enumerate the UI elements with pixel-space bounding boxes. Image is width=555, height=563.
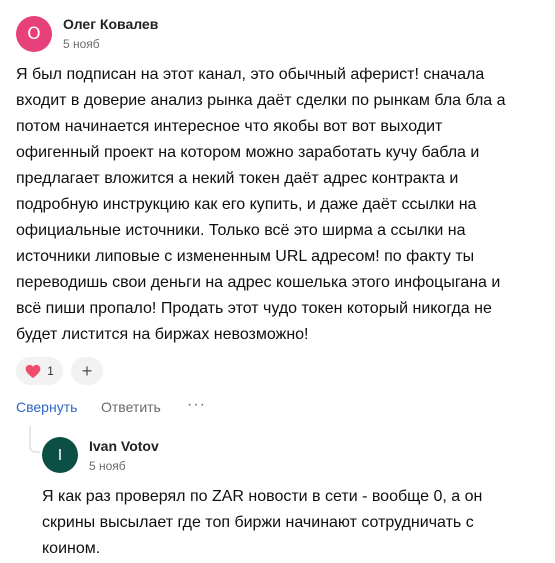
text-line: переводишь свои деньги на адрес кошелька… [16,274,501,291]
more-options-button[interactable]: ··· [187,396,206,414]
reply-author[interactable]: Ivan Votov [89,438,159,454]
text-line: потом начинается интересное что якобы во… [16,118,443,135]
comment-date[interactable]: 5 нояб [63,37,100,51]
text-line: Я как раз проверял по ZAR новости в сети… [42,488,483,505]
avatar[interactable]: О [16,16,52,52]
text-line: офигенный проект на котором можно зарабо… [16,144,480,161]
text-line: всё пиши пропало! Продать этот чудо токе… [16,300,492,317]
collapse-link[interactable]: Свернуть [16,399,77,415]
text-line: скрины высылает где топ биржи начинают с… [42,514,474,531]
reply-date[interactable]: 5 нояб [89,459,126,473]
avatar-letter: О [27,24,41,44]
text-line: входит в доверие анализ рынка даёт сделк… [16,92,506,109]
reply-button[interactable]: Ответить [101,399,161,415]
heart-icon [25,364,41,379]
reply-text: Я как раз проверял по ZAR новости в сети… [42,484,482,562]
avatar[interactable]: I [42,437,78,473]
text-line: официальные источники. Только всё это ши… [16,222,466,239]
avatar-letter: I [57,446,63,464]
text-line: подробную инструкцию как его купить, и д… [16,196,477,213]
text-line: предлагает вложится а некий токен даёт а… [16,170,459,187]
reaction-count: 1 [47,364,54,378]
comment-text: Я был подписан на этот канал, это обычны… [16,62,506,348]
text-line: Я был подписан на этот канал, это обычны… [16,66,485,83]
comment-author[interactable]: Олег Ковалев [63,16,158,32]
add-reaction-button[interactable]: + [71,357,103,385]
text-line: будет листится на биржах невозможно! [16,326,309,343]
plus-icon: + [81,361,93,381]
text-line: коином. [42,540,101,557]
heart-reaction-button[interactable]: 1 [16,357,63,385]
text-line: источники липовые с измененным URL адрес… [16,248,475,265]
